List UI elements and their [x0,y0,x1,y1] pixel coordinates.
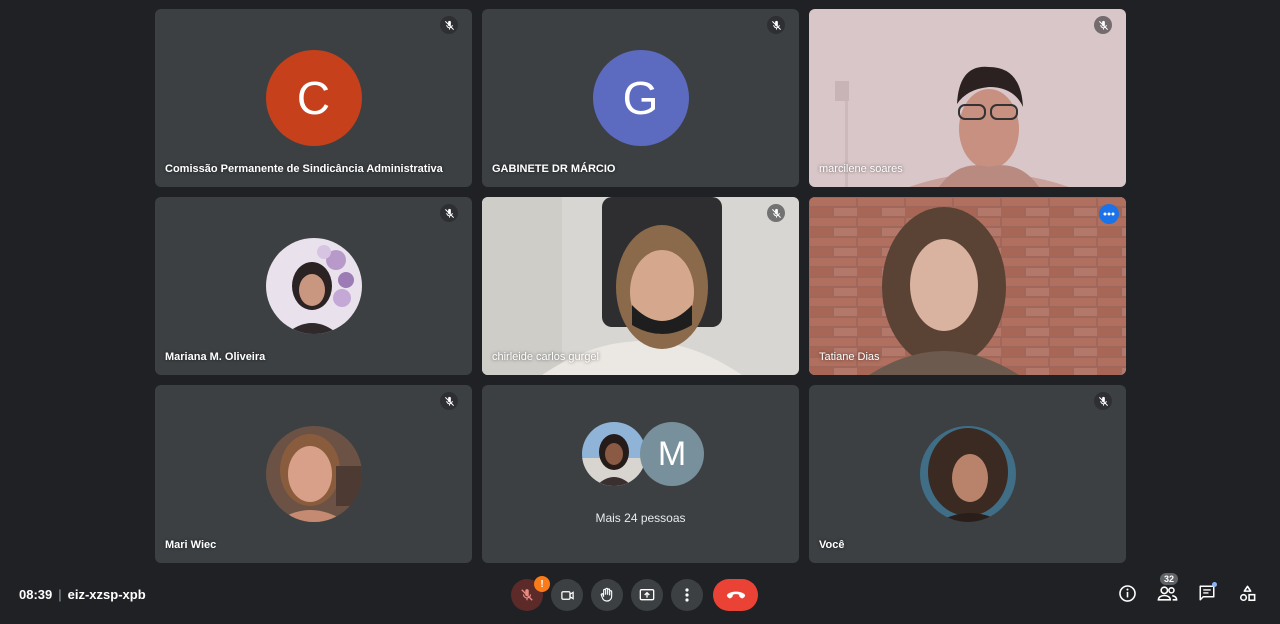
meeting-details-button[interactable] [1116,582,1138,604]
mic-muted-icon [1094,392,1112,410]
mic-muted-icon [440,392,458,410]
chat-button[interactable] [1196,582,1218,604]
camera-toggle-button[interactable] [551,579,583,611]
participant-name: Comissão Permanente de Sindicância Admin… [165,163,443,175]
more-participants-label: Mais 24 pessoas [595,511,686,525]
participant-name: Você [819,539,845,551]
participant-grid: C Comissão Permanente de Sindicância Adm… [155,9,1126,563]
side-panel-controls: 32 [1116,573,1258,604]
mic-muted-icon [440,16,458,34]
notification-dot [1212,582,1217,587]
activities-button[interactable] [1236,582,1258,604]
call-controls: ! [511,576,758,611]
participant-name: GABINETE DR MÁRCIO [492,163,616,175]
participant-tile-self[interactable]: Você [809,385,1126,563]
people-icon [1157,585,1177,601]
present-screen-button[interactable] [631,579,663,611]
meeting-code[interactable]: eiz-xzsp-xpb [68,587,146,602]
meeting-info: 08:39 | eiz-xzsp-xpb [19,587,146,602]
profile-photo [582,422,646,486]
participant-count-badge: 32 [1160,573,1179,585]
raise-hand-icon [600,587,613,602]
participant-tile[interactable]: C Comissão Permanente de Sindicância Adm… [155,9,472,187]
end-call-button[interactable] [713,579,758,611]
profile-photo [919,426,1016,522]
participant-name: marcilene soares [819,163,903,175]
more-options-icon [685,588,689,602]
info-icon [1118,584,1136,602]
end-call-icon [726,591,745,599]
participant-tile[interactable]: chirleide carlos gurgel [482,197,799,375]
mic-muted-icon [440,204,458,222]
participants-button[interactable]: 32 [1156,573,1179,604]
participant-name: Tatiane Dias [819,351,880,363]
avatar: C [265,50,362,146]
camera-icon [560,590,574,600]
more-participants-tile[interactable]: M Mais 24 pessoas [482,385,799,563]
separator: | [58,587,62,602]
participant-name: chirleide carlos gurgel [492,351,599,363]
mic-muted-icon [767,16,785,34]
present-icon [639,589,655,601]
participant-tile[interactable]: Mariana M. Oliveira [155,197,472,375]
profile-photo [265,426,362,522]
participant-name: Mari Wiec [165,539,217,551]
participant-video [482,197,799,375]
participant-video [809,197,1126,375]
participant-tile[interactable]: Tatiane Dias [809,197,1126,375]
activities-icon [1239,585,1255,601]
meeting-time: 08:39 [19,587,53,602]
avatar-group: M [582,422,704,486]
more-options-button[interactable] [671,579,703,611]
participant-tile[interactable]: marcilene soares [809,9,1126,187]
raise-hand-button[interactable] [591,579,623,611]
participant-name: Mariana M. Oliveira [165,351,266,363]
warning-badge: ! [534,576,550,592]
mic-muted-icon [1094,16,1112,34]
mic-muted-icon [767,204,785,222]
participant-video [809,9,1126,187]
participant-tile[interactable]: G GABINETE DR MÁRCIO [482,9,799,187]
mic-off-icon [521,589,533,601]
participant-tile[interactable]: Mari Wiec [155,385,472,563]
bottom-bar: 08:39 | eiz-xzsp-xpb ! 32 [0,566,1280,624]
avatar: G [592,50,689,146]
avatar: M [640,422,704,486]
more-options-icon[interactable] [1099,204,1119,224]
mic-toggle-button[interactable]: ! [511,576,550,611]
profile-photo [265,238,362,334]
